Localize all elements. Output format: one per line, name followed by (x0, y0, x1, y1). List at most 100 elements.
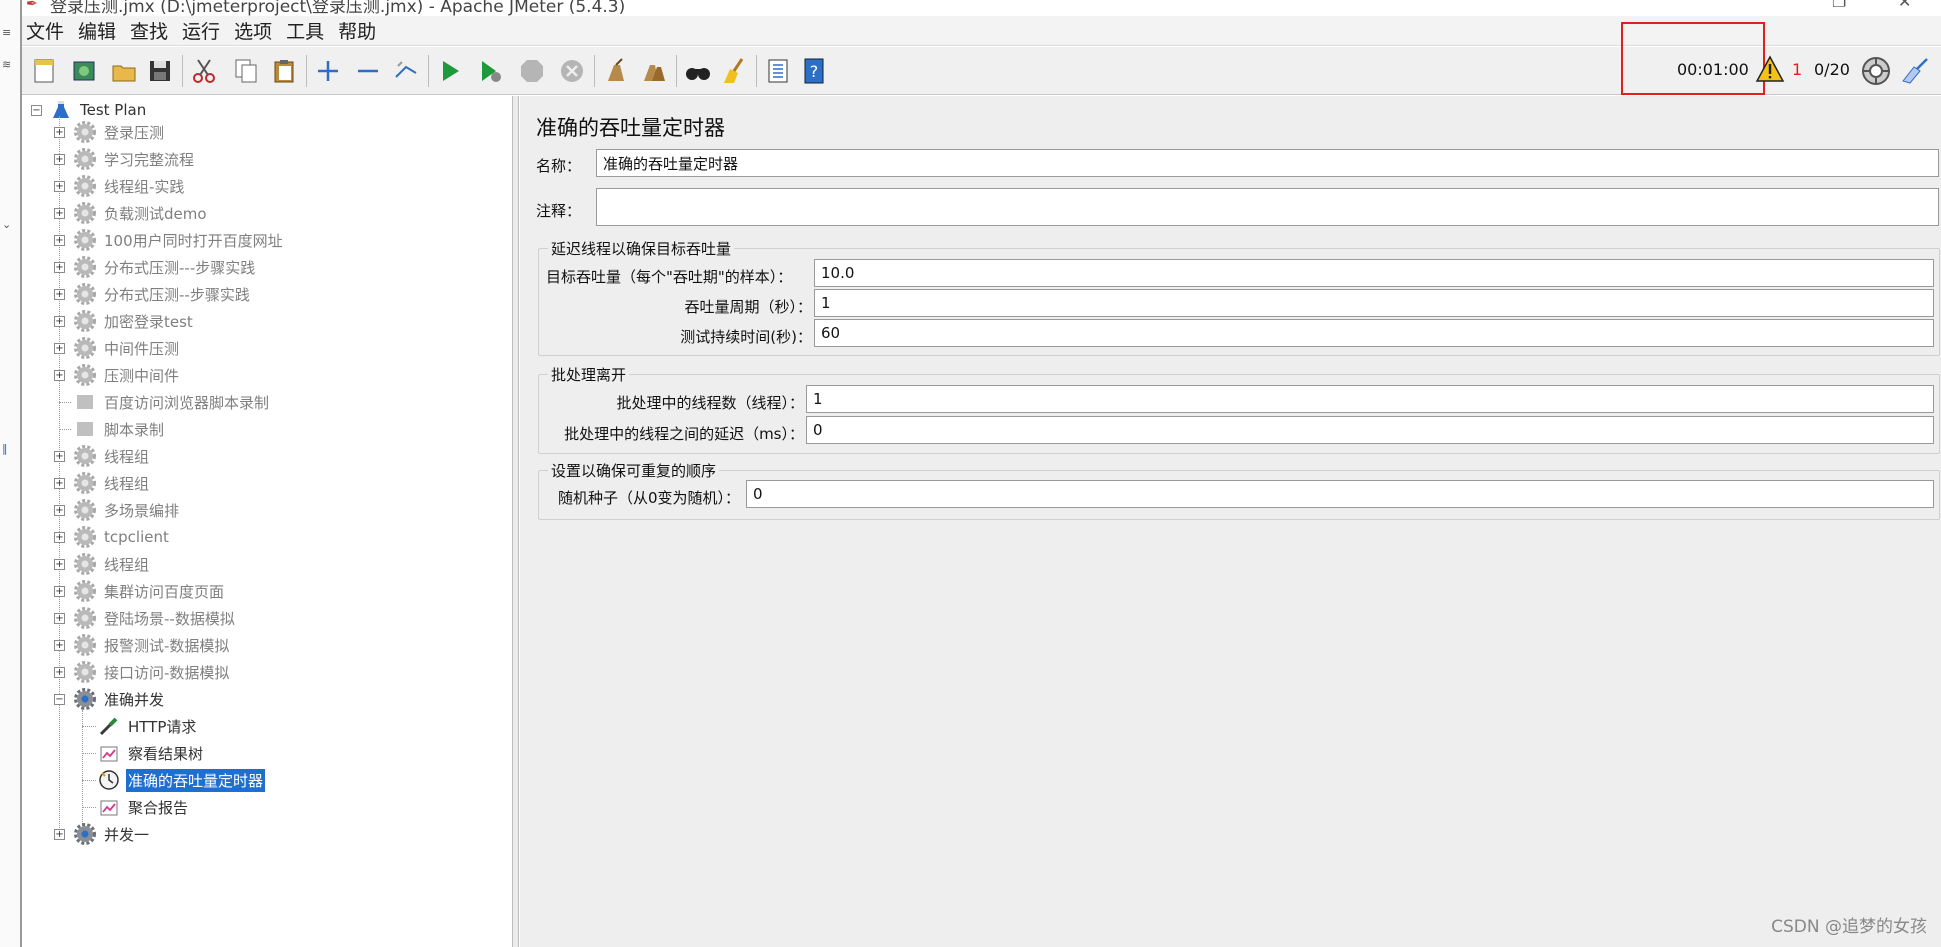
paste-icon[interactable] (268, 55, 300, 87)
tree-item-thread-group[interactable]: 集群访问百度页面 (72, 580, 226, 602)
help-icon[interactable]: ? (798, 55, 830, 87)
expand-toggle[interactable]: + (54, 532, 65, 543)
tree-item-child[interactable]: 聚合报告 (96, 796, 190, 818)
menu-edit[interactable]: 编辑 (78, 17, 116, 44)
templates-icon[interactable] (68, 55, 100, 87)
tree-item-thread-group[interactable]: 准确并发 (72, 688, 166, 710)
menu-tools[interactable]: 工具 (286, 17, 324, 44)
tree-item-child[interactable]: 准确的吞吐量定时器 (96, 768, 266, 792)
expand-toggle[interactable]: + (54, 451, 65, 462)
warning-icon[interactable] (1755, 55, 1785, 83)
menu-search[interactable]: 查找 (130, 17, 168, 44)
tree-item-thread-group[interactable]: 压测中间件 (72, 364, 181, 386)
clear-all-icon[interactable] (638, 55, 670, 87)
tree-item-thread-group[interactable]: 登陆场景--数据模拟 (72, 607, 237, 629)
toolbar-separator (756, 55, 757, 87)
start-icon[interactable] (434, 55, 466, 87)
collapse-toggle[interactable]: − (31, 105, 42, 116)
tree-item-thread-group[interactable]: 线程组-实践 (72, 175, 186, 197)
expand-toggle[interactable]: + (54, 154, 65, 165)
thread-group-gear-icon (72, 202, 98, 224)
active-threads: 0/20 (1814, 60, 1850, 79)
menu-options[interactable]: 选项 (234, 17, 272, 44)
expand-toggle[interactable]: + (54, 829, 65, 840)
save-icon[interactable] (144, 55, 176, 87)
close-icon[interactable]: ✕ (1898, 0, 1911, 11)
random-seed-field[interactable] (746, 480, 1934, 508)
expand-toggle[interactable]: + (54, 181, 65, 192)
expand-toggle[interactable]: + (54, 127, 65, 138)
expand-toggle[interactable]: + (54, 262, 65, 273)
menu-file[interactable]: 文件 (26, 17, 64, 44)
comment-field[interactable] (596, 188, 1939, 226)
tree-item-thread-group[interactable]: 报警测试-数据模拟 (72, 634, 231, 656)
expand-toggle[interactable]: + (54, 370, 65, 381)
expand-toggle[interactable]: + (54, 505, 65, 516)
expand-toggle[interactable]: + (54, 478, 65, 489)
name-field[interactable] (596, 149, 1939, 177)
tree-item-thread-group[interactable]: tcpclient (72, 526, 171, 548)
open-icon[interactable] (108, 55, 140, 87)
tree-item-thread-group[interactable]: 负载测试demo (72, 202, 209, 224)
tree-item-child[interactable]: HTTP请求 (96, 715, 198, 737)
toggle-icon[interactable] (390, 55, 422, 87)
tree-item-label: 登陆场景--数据模拟 (104, 609, 235, 628)
tree-item-label: 报警测试-数据模拟 (104, 636, 230, 655)
expand-toggle[interactable]: + (54, 559, 65, 570)
restore-icon[interactable]: ❐ (1832, 0, 1846, 11)
tree-item-thread-group[interactable]: 脚本录制 (72, 418, 166, 440)
shutdown-icon[interactable] (556, 55, 588, 87)
tree-item-thread-group[interactable]: 线程组 (72, 553, 151, 575)
copy-icon[interactable] (230, 55, 262, 87)
tree-item-thread-group[interactable]: 并发一 (72, 823, 151, 845)
tree-item-thread-group[interactable]: 多场景编排 (72, 499, 181, 521)
thread-group-gear-icon (72, 229, 98, 251)
tree-item-thread-group[interactable]: 学习完整流程 (72, 148, 196, 170)
tree-item-thread-group[interactable]: 百度访问浏览器脚本录制 (72, 391, 271, 413)
tree-item-child[interactable]: 察看结果树 (96, 742, 205, 764)
expand-toggle[interactable]: + (54, 586, 65, 597)
search-icon[interactable] (682, 55, 714, 87)
expand-toggle[interactable]: + (54, 343, 65, 354)
batch-threads-field[interactable] (806, 385, 1934, 413)
new-icon[interactable] (28, 55, 60, 87)
cut-icon[interactable] (188, 55, 220, 87)
tree-item-thread-group[interactable]: 接口访问-数据模拟 (72, 661, 231, 683)
expand-toggle[interactable]: + (54, 613, 65, 624)
start-no-pause-icon[interactable] (474, 55, 506, 87)
tree-item-thread-group[interactable]: 加密登录test (72, 310, 195, 332)
clear-icon[interactable] (600, 55, 632, 87)
expand-toggle[interactable]: + (54, 208, 65, 219)
tree-item-thread-group[interactable]: 分布式压测--步骤实践 (72, 283, 252, 305)
expand-toggle[interactable]: + (54, 640, 65, 651)
tree-item-thread-group[interactable]: 中间件压测 (72, 337, 181, 359)
expand-toggle[interactable]: + (54, 667, 65, 678)
split-pane-divider[interactable] (513, 96, 519, 947)
collapse-icon[interactable] (352, 55, 384, 87)
throughput-period-field[interactable] (814, 289, 1934, 317)
tree-item-label: 聚合报告 (128, 798, 189, 817)
reset-search-icon[interactable] (718, 55, 750, 87)
tree-item-thread-group[interactable]: 100用户同时打开百度网址 (72, 229, 285, 251)
tree-item-thread-group[interactable]: 登录压测 (72, 121, 166, 143)
expand-toggle[interactable]: + (54, 235, 65, 246)
thread-group-gear-icon (72, 823, 98, 845)
expand-toggle[interactable]: + (54, 289, 65, 300)
expand-toggle[interactable]: − (54, 694, 65, 705)
tree-item-thread-group[interactable]: 分布式压测---步骤实践 (72, 256, 257, 278)
expand-toggle[interactable]: + (54, 316, 65, 327)
tree-item-thread-group[interactable]: 线程组 (72, 445, 151, 467)
expand-icon[interactable] (312, 55, 344, 87)
tree-root[interactable]: Test Plan (48, 99, 148, 121)
target-throughput-field[interactable] (814, 259, 1934, 287)
thread-group-gear-icon (72, 580, 98, 602)
tree-item-thread-group[interactable]: 线程组 (72, 472, 151, 494)
stop-icon[interactable] (516, 55, 548, 87)
menu-run[interactable]: 运行 (182, 17, 220, 44)
menu-help[interactable]: 帮助 (338, 17, 376, 44)
test-duration-field[interactable] (814, 319, 1934, 347)
function-helper-icon[interactable] (762, 55, 794, 87)
batch-delay-field[interactable] (806, 416, 1934, 444)
remote-engines-icon[interactable] (1860, 55, 1892, 87)
log-viewer-icon[interactable] (1900, 57, 1930, 85)
